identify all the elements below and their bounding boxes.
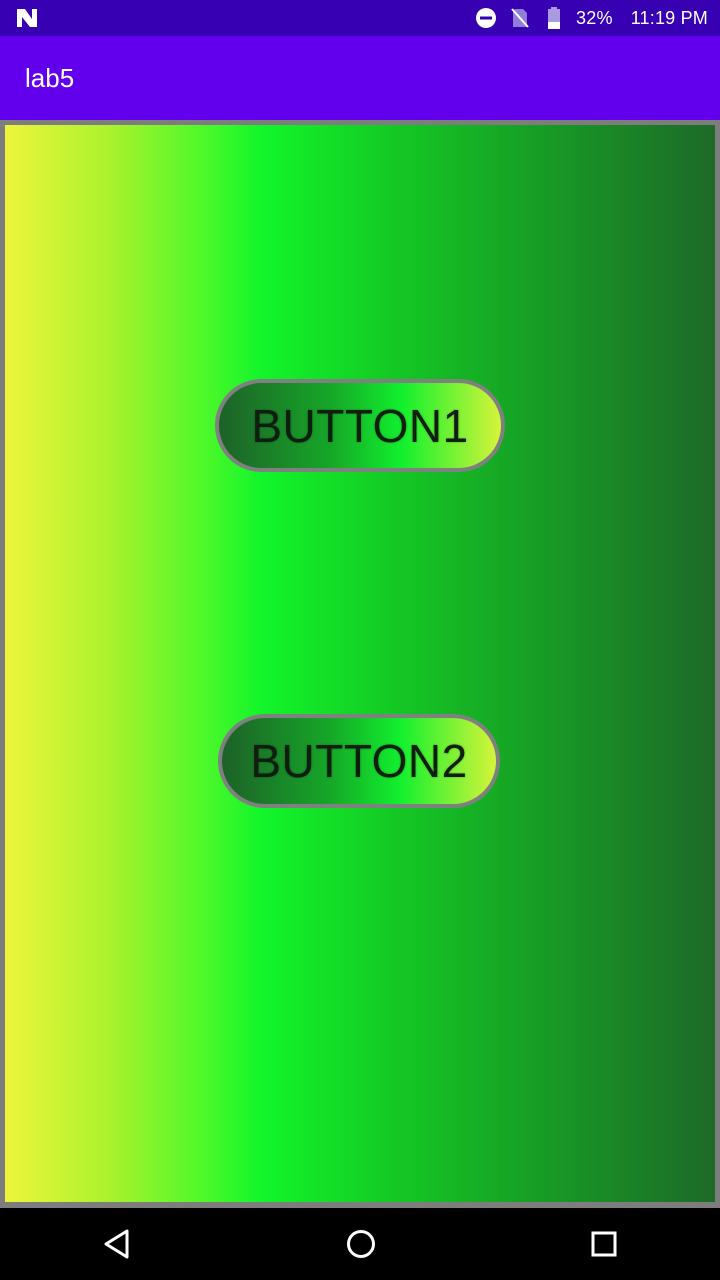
- recents-icon[interactable]: [586, 1226, 622, 1262]
- status-bar: 32% 11:19 PM: [0, 0, 720, 36]
- home-icon[interactable]: [343, 1226, 379, 1262]
- button1-label: BUTTON1: [251, 399, 469, 452]
- button2-label: BUTTON2: [250, 735, 468, 787]
- navigation-bar: [0, 1208, 720, 1280]
- battery-percent: 32%: [576, 7, 613, 28]
- button1[interactable]: BUTTON1: [215, 379, 505, 472]
- n-logo-icon: [14, 6, 40, 30]
- gradient-background: [5, 125, 715, 1202]
- status-time: 11:19 PM: [630, 7, 708, 28]
- button2[interactable]: BUTTON2: [218, 714, 500, 808]
- battery-icon: [542, 6, 566, 30]
- content-area: [0, 120, 720, 1208]
- app-title: lab5: [25, 62, 75, 93]
- back-icon[interactable]: [99, 1226, 135, 1262]
- no-sim-icon: [508, 6, 532, 30]
- status-icons: 32% 11:19 PM: [474, 0, 708, 36]
- do-not-disturb-icon: [474, 6, 498, 30]
- app-bar: lab5: [0, 36, 720, 120]
